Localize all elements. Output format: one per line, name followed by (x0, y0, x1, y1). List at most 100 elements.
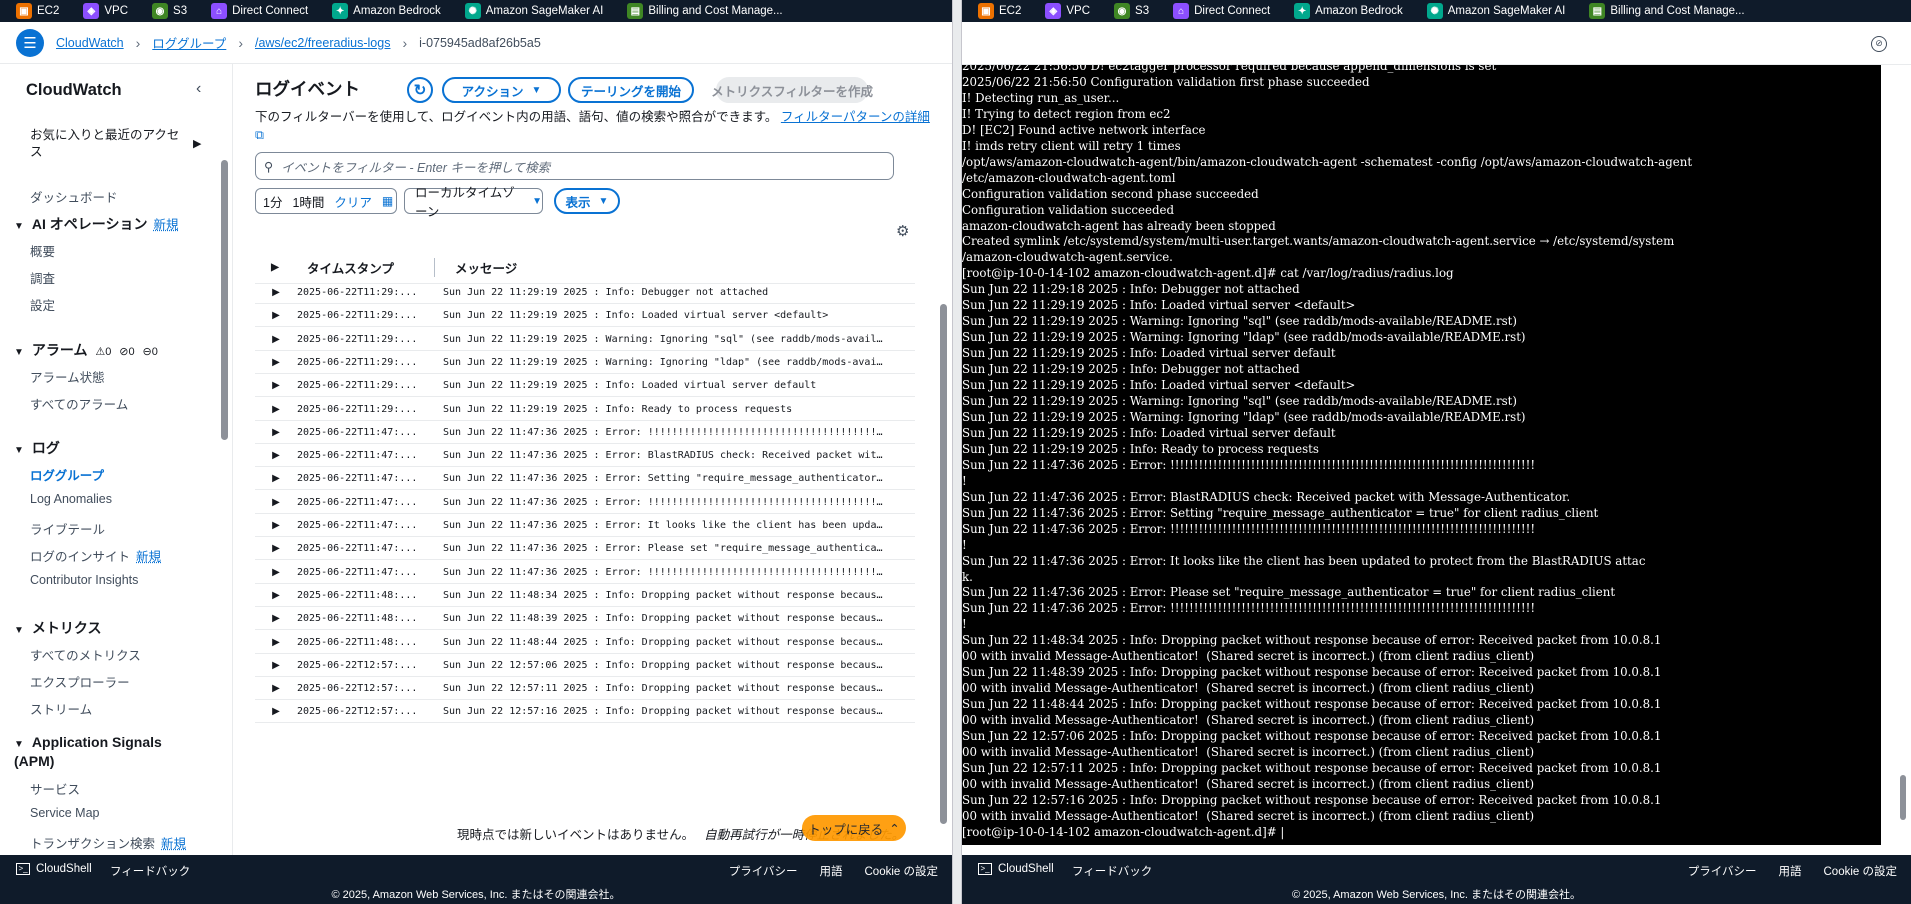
expand-row-icon[interactable]: ▶ (255, 357, 297, 368)
expand-row-icon[interactable]: ▶ (255, 520, 297, 531)
session-options-icon[interactable]: ⊘ (1871, 36, 1887, 52)
favorite-billing[interactable]: ▤ Billing and Cost Manage... (615, 3, 790, 19)
sidebar-item-live-tail[interactable]: ライブテール (30, 519, 105, 538)
sidebar-item-alarm-state[interactable]: アラーム状態 (30, 367, 105, 386)
table-row[interactable]: ▶ 2025-06-22T12:57:... Sun Jun 22 12:57:11… (255, 678, 915, 701)
expand-row-icon[interactable]: ▶ (255, 404, 297, 415)
table-row[interactable]: ▶ 2025-06-22T11:29:... Sun Jun 22 11:29:19… (255, 375, 915, 398)
favorite-bedrock[interactable]: ✦ Amazon Bedrock (1282, 3, 1411, 19)
expand-row-icon[interactable]: ▶ (255, 334, 297, 345)
calendar-icon[interactable]: ▦ (382, 194, 393, 208)
table-row[interactable]: ▶ 2025-06-22T11:29:... Sun Jun 22 11:29:19… (255, 305, 915, 328)
expand-row-icon[interactable]: ▶ (255, 287, 297, 298)
table-row[interactable]: ▶ 2025-06-22T11:47:... Sun Jun 22 11:47:36… (255, 515, 915, 537)
table-row[interactable]: ▶ 2025-06-22T11:47:... Sun Jun 22 11:47:36… (255, 468, 915, 491)
table-row[interactable]: ▶ 2025-06-22T11:29:... Sun Jun 22 11:29:19… (255, 282, 915, 304)
table-row[interactable]: ▶ 2025-06-22T11:47:... Sun Jun 22 11:47:36… (255, 422, 915, 444)
actions-button[interactable]: アクション ▼ (442, 77, 561, 103)
terminal-scrollbar[interactable] (1881, 65, 1911, 845)
expand-row-icon[interactable]: ▶ (255, 543, 297, 554)
sidebar-item-streams[interactable]: ストリーム (30, 699, 92, 718)
sidebar-item-contributor-insights[interactable]: Contributor Insights (30, 573, 138, 587)
sidebar-item-all-metrics[interactable]: すべてのメトリクス (30, 645, 141, 664)
expand-row-icon[interactable]: ▶ (255, 660, 297, 671)
range-1h[interactable]: 1時間 (292, 192, 324, 211)
sidebar-item-log-anomalies[interactable]: Log Anomalies (30, 492, 112, 506)
favorite-ec2[interactable]: ▣ EC2 (4, 3, 67, 19)
favorites-recent[interactable]: お気に入りと最近のアクセス (30, 127, 180, 161)
favorite-bedrock[interactable]: ✦ Amazon Bedrock (320, 3, 449, 19)
expand-row-icon[interactable]: ▶ (255, 380, 297, 391)
table-row[interactable]: ▶ 2025-06-22T11:48:... Sun Jun 22 11:48:39… (255, 608, 915, 631)
table-row[interactable]: ▶ 2025-06-22T11:47:... Sun Jun 22 11:47:36… (255, 538, 915, 561)
table-row[interactable]: ▶ 2025-06-22T11:48:... Sun Jun 22 11:48:34… (255, 585, 915, 607)
clear-range[interactable]: クリア (334, 192, 372, 211)
sidebar-section-alarms[interactable]: ▼ アラーム ⚠0 ⊘0 ⊖0 (14, 340, 158, 360)
favorite-billing[interactable]: ▤ Billing and Cost Manage... (1577, 3, 1752, 19)
feedback-link[interactable]: フィードバック (110, 863, 190, 879)
expand-all-icon[interactable]: ▶ (255, 262, 295, 273)
expand-row-icon[interactable]: ▶ (255, 450, 297, 461)
table-row[interactable]: ▶ 2025-06-22T11:29:... Sun Jun 22 11:29:19… (255, 352, 915, 374)
expand-row-icon[interactable]: ▶ (255, 567, 297, 578)
table-row[interactable]: ▶ 2025-06-22T11:47:... Sun Jun 22 11:47:36… (255, 492, 915, 514)
table-row[interactable]: ▶ 2025-06-22T11:47:... Sun Jun 22 11:47:36… (255, 562, 915, 584)
back-to-top-button[interactable]: トップに戻る ⌃ (802, 815, 906, 841)
start-tailing-button[interactable]: テーリングを開始 (568, 77, 694, 103)
expand-row-icon[interactable]: ▶ (255, 427, 297, 438)
sidebar-item-service-map[interactable]: Service Map (30, 806, 99, 820)
expand-row-icon[interactable]: ▶ (255, 473, 297, 484)
sidebar-section-app-signals[interactable]: ▼ Application Signals (APM) (14, 734, 174, 770)
expand-row-icon[interactable]: ▶ (255, 613, 297, 624)
range-1m[interactable]: 1分 (263, 192, 282, 211)
menu-icon[interactable]: ☰ (16, 28, 44, 57)
terms-link[interactable]: 用語 (1779, 863, 1802, 879)
cookie-settings-link[interactable]: Cookie の設定 (865, 863, 939, 879)
sidebar-scrollbar[interactable] (220, 152, 228, 832)
expand-row-icon[interactable]: ▶ (255, 683, 297, 694)
sidebar-section-metrics[interactable]: ▼ メトリクス (14, 618, 102, 638)
feedback-link[interactable]: フィードバック (1072, 863, 1152, 879)
filter-events-input[interactable]: ⚲ イベントをフィルター - Enter キーを押して検索 (255, 152, 894, 180)
favorite-sagemaker[interactable]: ✺ Amazon SageMaker AI (1415, 3, 1574, 19)
expand-row-icon[interactable]: ▶ (255, 637, 297, 648)
privacy-link[interactable]: プライバシー (729, 863, 798, 879)
terminal-output[interactable]: 2025/06/22 21:56:50 D! ec2tagger process… (962, 65, 1881, 845)
column-message[interactable]: メッセージ (435, 258, 517, 277)
sidebar-item-log-groups[interactable]: ロググループ (30, 465, 104, 484)
table-row[interactable]: ▶ 2025-06-22T11:48:... Sun Jun 22 11:48:44… (255, 632, 915, 654)
gear-icon[interactable]: ⚙ (896, 222, 909, 240)
expand-row-icon[interactable]: ▶ (255, 310, 297, 321)
breadcrumb-log-group[interactable]: /aws/ec2/freeradius-logs (255, 36, 390, 50)
table-row[interactable]: ▶ 2025-06-22T11:47:... Sun Jun 22 11:47:36… (255, 445, 915, 468)
terms-link[interactable]: 用語 (820, 863, 843, 879)
caret-right-icon[interactable]: ▶ (193, 137, 201, 150)
sidebar-section-ai-ops[interactable]: ▼ AI オペレーション 新規 (14, 214, 179, 234)
sidebar-item-overview[interactable]: 概要 (30, 241, 55, 260)
sidebar-item-transaction-search[interactable]: トランザクション検索 新規 (30, 833, 186, 852)
breadcrumb-cloudwatch[interactable]: CloudWatch (56, 36, 124, 50)
filter-pattern-link[interactable]: フィルターパターンの詳細 (781, 110, 930, 124)
main-scrollbar[interactable] (939, 244, 948, 855)
sidebar-item-settings[interactable]: 設定 (30, 295, 55, 314)
breadcrumb-log-groups[interactable]: ロググループ (152, 33, 226, 52)
sidebar-item-explorer[interactable]: エクスプローラー (30, 672, 130, 691)
display-button[interactable]: 表示 ▼ (554, 188, 620, 214)
favorite-direct-connect[interactable]: ⌂ Direct Connect (1161, 3, 1278, 19)
cookie-settings-link[interactable]: Cookie の設定 (1824, 863, 1898, 879)
sidebar-section-logs[interactable]: ▼ ログ (14, 438, 60, 458)
favorite-s3[interactable]: ◉ S3 (140, 3, 195, 19)
table-row[interactable]: ▶ 2025-06-22T12:57:... Sun Jun 22 12:57:06… (255, 655, 915, 677)
expand-row-icon[interactable]: ▶ (255, 590, 297, 601)
sidebar-item-all-alarms[interactable]: すべてのアラーム (30, 394, 128, 413)
table-row[interactable]: ▶ 2025-06-22T11:29:... Sun Jun 22 11:29:19… (255, 329, 915, 351)
sidebar-item-investigations[interactable]: 調査 (30, 268, 55, 287)
timezone-select[interactable]: ローカルタイムゾーン ▼ (404, 186, 543, 219)
pane-divider[interactable] (952, 0, 962, 904)
table-row[interactable]: ▶ 2025-06-22T11:29:... Sun Jun 22 11:29:19… (255, 399, 915, 421)
collapse-icon[interactable]: ‹ (196, 80, 201, 98)
favorite-direct-connect[interactable]: ⌂ Direct Connect (199, 3, 316, 19)
expand-row-icon[interactable]: ▶ (255, 497, 297, 508)
favorite-vpc[interactable]: ◈ VPC (1033, 3, 1098, 19)
sidebar-item-logs-insights[interactable]: ログのインサイト 新規 (30, 546, 161, 565)
